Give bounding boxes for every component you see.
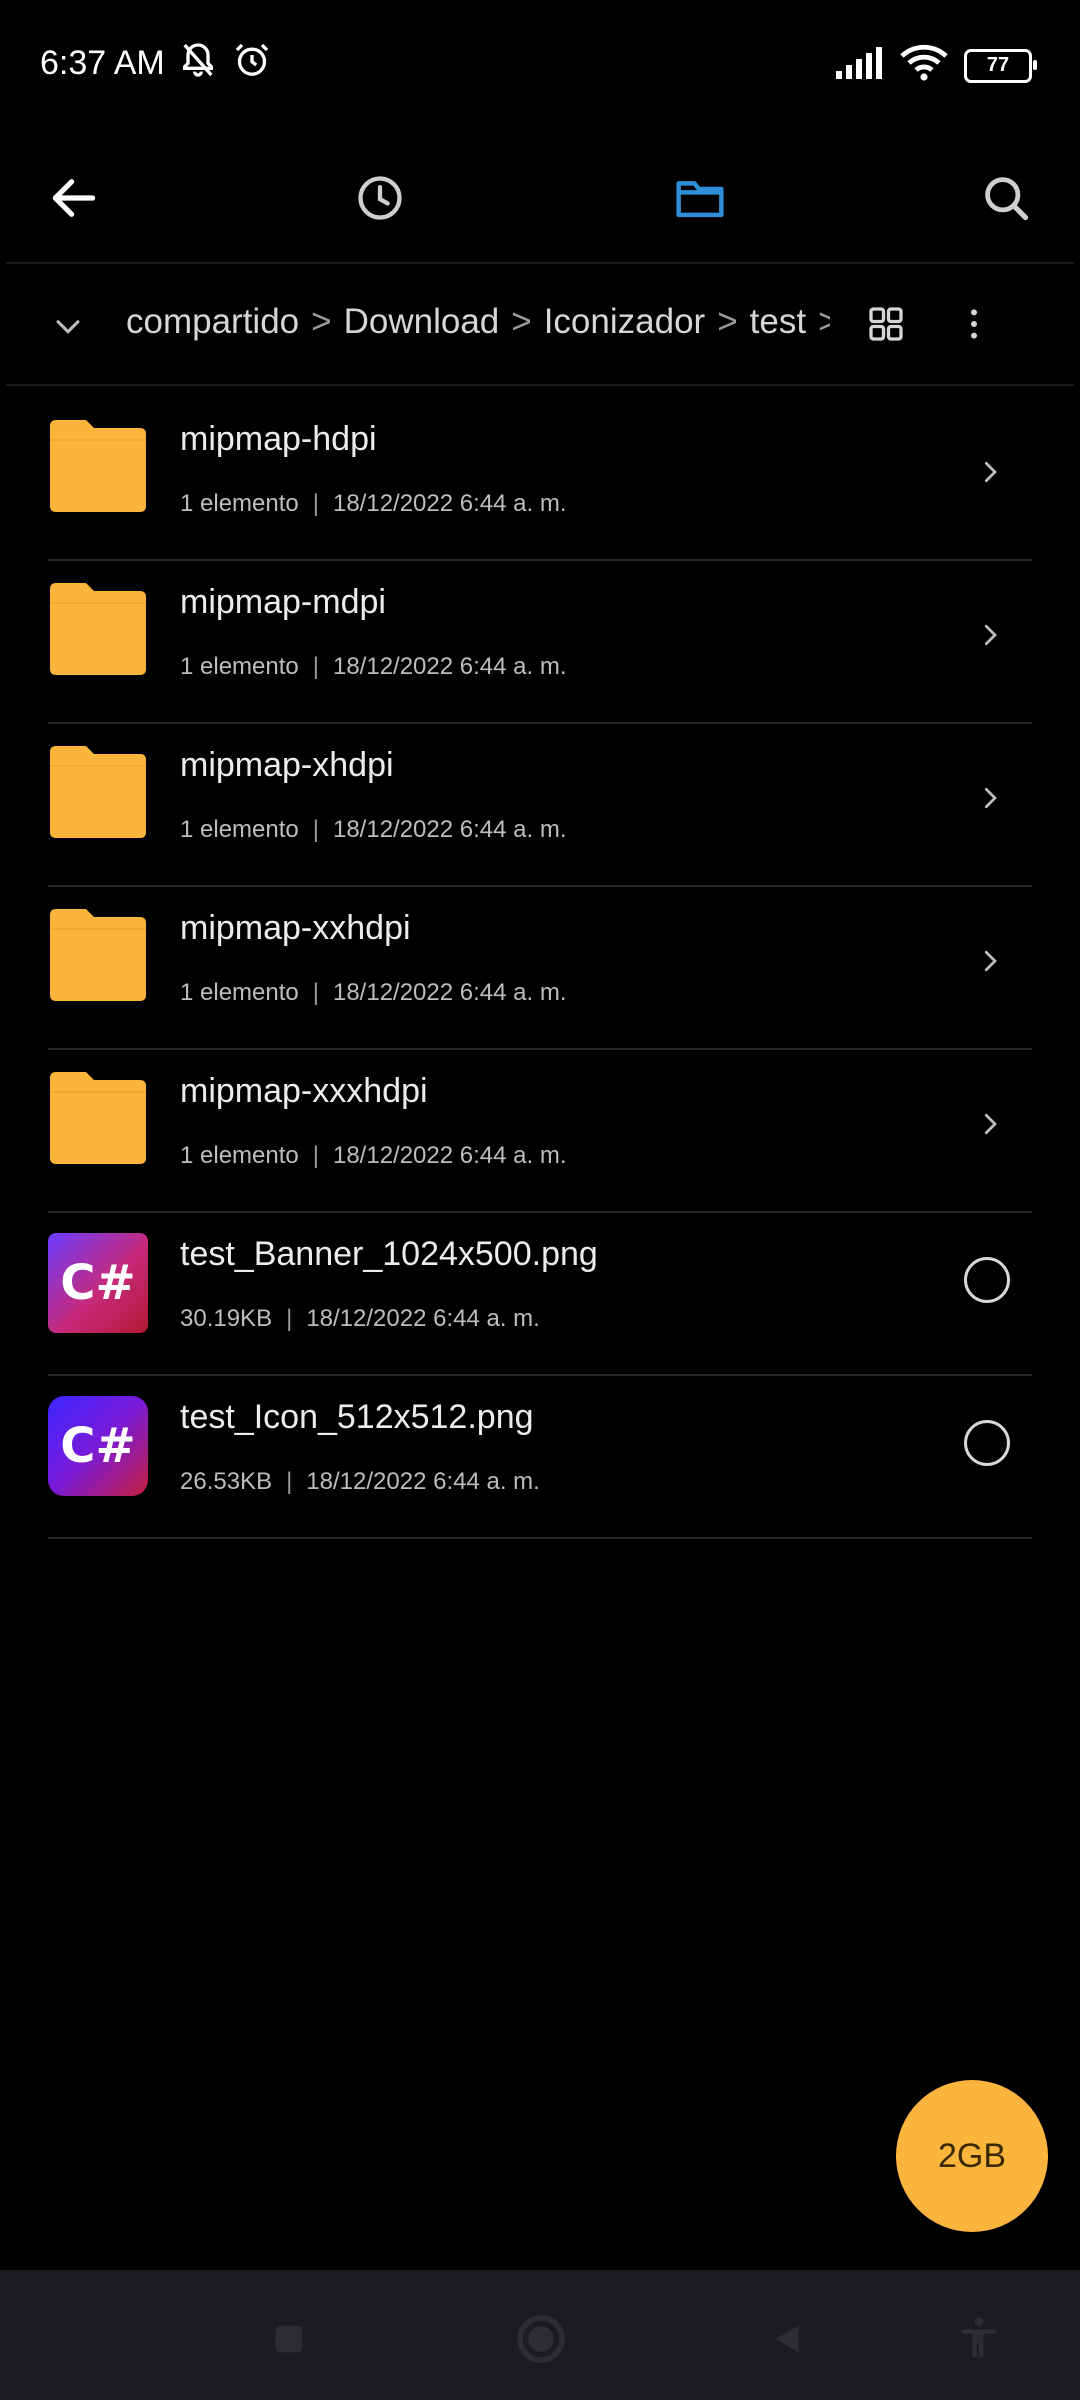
file-name: mipmap-xxhdpi — [180, 909, 411, 947]
file-meta: 1 elemento | 18/12/2022 6:44 a. m. — [180, 979, 567, 1006]
status-time: 6:37 AM — [40, 44, 165, 82]
folder-icon — [48, 907, 148, 1007]
chevron-down-icon — [51, 309, 85, 348]
breadcrumb-item[interactable]: compartido — [126, 302, 299, 342]
tab-files[interactable] — [660, 160, 740, 240]
search-button[interactable] — [966, 160, 1046, 240]
clock-icon — [354, 172, 406, 229]
file-name: test_Banner_1024x500.png — [180, 1235, 598, 1273]
list-item[interactable]: mipmap-hdpi 1 elemento | 18/12/2022 6:44 a… — [0, 398, 1080, 561]
select-checkbox[interactable] — [964, 1257, 1010, 1303]
triangle-back-icon — [767, 2319, 807, 2364]
file-name: mipmap-hdpi — [180, 420, 377, 458]
breadcrumb: compartido > Download > Iconizador > test > — [0, 270, 1080, 380]
folder-icon — [48, 418, 148, 518]
file-meta: 26.53KB | 18/12/2022 6:44 a. m. — [180, 1468, 540, 1495]
signal-icon — [834, 45, 884, 86]
recents-button[interactable] — [254, 2306, 324, 2376]
file-meta: 1 elemento | 18/12/2022 6:44 a. m. — [180, 653, 567, 680]
folder-icon — [48, 581, 148, 681]
file-list: mipmap-hdpi 1 elemento | 18/12/2022 6:44 a… — [0, 398, 1080, 1539]
tab-recent[interactable] — [340, 160, 420, 240]
divider — [6, 262, 1074, 264]
file-name: mipmap-xhdpi — [180, 746, 394, 784]
select-checkbox[interactable] — [964, 1420, 1010, 1466]
file-meta: 1 elemento | 18/12/2022 6:44 a. m. — [180, 490, 567, 517]
chevron-right-icon — [968, 613, 1012, 657]
breadcrumb-item[interactable]: Download — [344, 302, 500, 342]
list-item[interactable]: C# test_Banner_1024x500.png 30.19KB | 18/1… — [0, 1213, 1080, 1376]
file-meta: 1 elemento | 18/12/2022 6:44 a. m. — [180, 816, 567, 843]
folder-icon — [48, 744, 148, 844]
breadcrumb-item[interactable]: Iconizador — [544, 302, 705, 342]
accessibility-button[interactable] — [944, 2306, 1014, 2376]
chevron-right-icon: > — [818, 302, 830, 341]
folder-icon — [673, 171, 727, 230]
file-name: mipmap-xxxhdpi — [180, 1072, 428, 1110]
home-button[interactable] — [506, 2306, 576, 2376]
more-vertical-icon — [954, 304, 994, 349]
chevron-right-icon — [968, 1102, 1012, 1146]
chevron-right-icon — [968, 939, 1012, 983]
folder-icon — [48, 1070, 148, 1170]
system-nav-bar — [0, 2270, 1080, 2400]
image-thumbnail: C# — [48, 1396, 148, 1496]
back-nav-button[interactable] — [752, 2306, 822, 2376]
notifications-off-icon — [178, 40, 218, 85]
accessibility-icon — [953, 2313, 1005, 2370]
status-bar: 6:37 AM 77 — [0, 0, 1080, 130]
file-meta: 30.19KB | 18/12/2022 6:44 a. m. — [180, 1305, 540, 1332]
list-item[interactable]: mipmap-mdpi 1 elemento | 18/12/2022 6:44 a… — [0, 561, 1080, 724]
top-toolbar — [0, 140, 1080, 250]
breadcrumb-item[interactable]: test — [750, 302, 806, 342]
chevron-right-icon — [968, 450, 1012, 494]
chevron-right-icon — [968, 776, 1012, 820]
grid-icon — [866, 304, 906, 349]
storage-cleanup-button[interactable]: 2GB — [896, 2080, 1048, 2232]
file-name: test_Icon_512x512.png — [180, 1398, 534, 1436]
square-icon — [269, 2319, 309, 2364]
battery-icon: 77 — [964, 48, 1037, 83]
breadcrumb-path: compartido > Download > Iconizador > test > — [126, 302, 830, 352]
back-button[interactable] — [34, 160, 114, 240]
more-options-button[interactable] — [946, 298, 1002, 354]
search-icon — [980, 172, 1032, 229]
wifi-icon — [900, 44, 948, 87]
chevron-right-icon: > — [717, 302, 738, 341]
chevron-right-icon: > — [311, 302, 332, 341]
list-item[interactable]: mipmap-xhdpi 1 elemento | 18/12/2022 6:44 … — [0, 724, 1080, 887]
image-thumbnail: C# — [48, 1233, 148, 1333]
divider — [6, 384, 1074, 386]
list-item[interactable]: mipmap-xxxhdpi 1 elemento | 18/12/2022 6:4… — [0, 1050, 1080, 1213]
list-item[interactable]: C# test_Icon_512x512.png 26.53KB | 18/12/2… — [0, 1376, 1080, 1539]
file-name: mipmap-mdpi — [180, 583, 386, 621]
back-arrow-icon — [46, 170, 102, 231]
file-meta: 1 elemento | 18/12/2022 6:44 a. m. — [180, 1142, 567, 1169]
home-circle-icon — [513, 2311, 569, 2372]
grid-view-button[interactable] — [858, 298, 914, 354]
chevron-right-icon: > — [511, 302, 532, 341]
alarm-icon — [232, 40, 272, 85]
path-expand-button[interactable] — [40, 300, 96, 356]
list-item[interactable]: mipmap-xxhdpi 1 elemento | 18/12/2022 6:44… — [0, 887, 1080, 1050]
